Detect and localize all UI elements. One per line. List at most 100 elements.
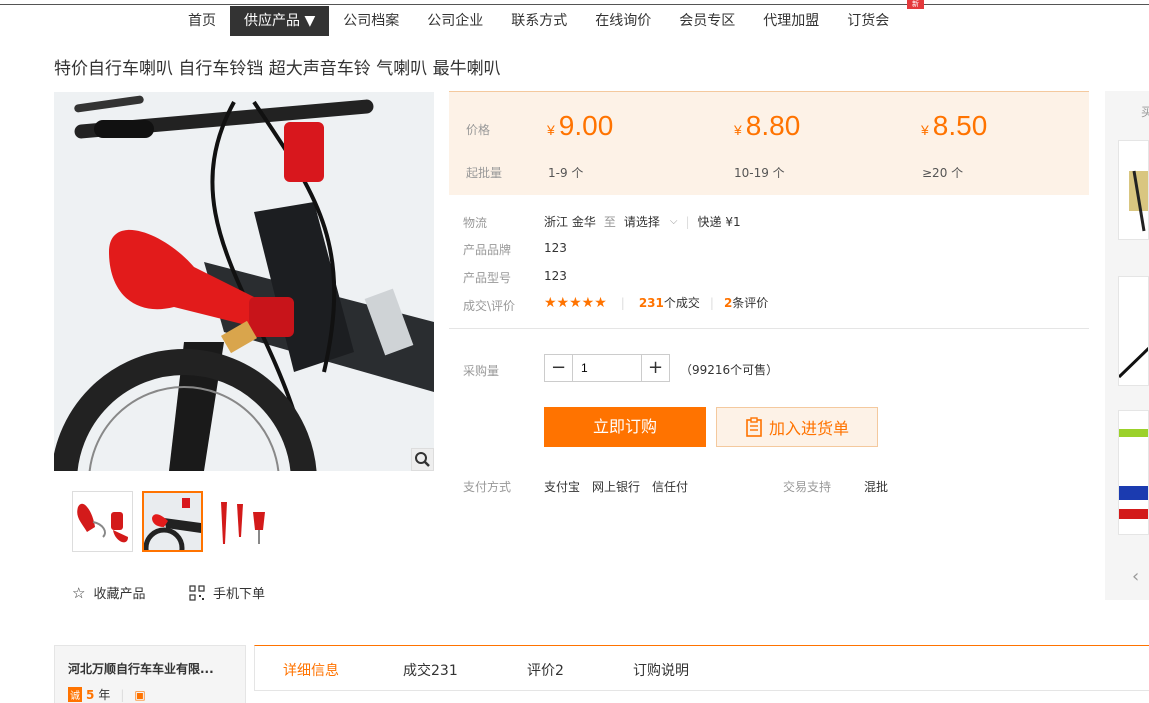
price-tier-3: ¥8.50 bbox=[921, 110, 987, 142]
range-tier-2: 10-19 个 bbox=[734, 166, 785, 180]
tab-order-notes[interactable]: 订购说明 bbox=[633, 660, 689, 680]
nav-inquiry[interactable]: 在线询价 bbox=[581, 6, 665, 36]
magnifier-icon bbox=[415, 452, 430, 467]
mobile-order-action[interactable]: 手机下单 bbox=[189, 583, 265, 602]
origin-city: 浙江 金华 bbox=[544, 215, 596, 229]
nav-company-profile[interactable]: 公司档案 bbox=[329, 6, 413, 36]
price-value: 9.00 bbox=[558, 110, 614, 141]
currency-symbol: ¥ bbox=[921, 122, 929, 138]
add-to-cart-button[interactable]: 加入进货单 bbox=[716, 407, 878, 447]
range-tier-1: 1-9 个 bbox=[548, 166, 584, 180]
related-title: 买 bbox=[1141, 105, 1149, 119]
certificate-icon: ▣ bbox=[134, 687, 146, 702]
clipboard-icon bbox=[746, 417, 762, 437]
tab-details[interactable]: 详细信息 bbox=[283, 660, 339, 680]
company-name[interactable]: 河北万顺自行车车业有限... bbox=[68, 660, 214, 677]
model-value: 123 bbox=[544, 269, 567, 283]
favorite-label: 收藏产品 bbox=[93, 587, 146, 602]
thumbnail-1[interactable] bbox=[72, 491, 133, 552]
zoom-button[interactable] bbox=[411, 448, 434, 471]
price-label: 价格 bbox=[466, 123, 491, 137]
bicycle-horn-photo bbox=[54, 92, 434, 471]
brand-value: 123 bbox=[544, 241, 567, 255]
nav-company[interactable]: 公司企业 bbox=[413, 6, 497, 36]
rating-row: ★★★★★ | 231 个成交 | 2 条评价 bbox=[544, 294, 768, 311]
qty-input[interactable] bbox=[572, 355, 642, 381]
moq-label: 起批量 bbox=[466, 166, 503, 180]
currency-symbol: ¥ bbox=[734, 122, 742, 138]
reviews-count[interactable]: 2 bbox=[724, 296, 732, 310]
price-box: 价格 起批量 ¥9.00 ¥8.80 ¥8.50 1-9 个 10-19 个 ≥… bbox=[449, 91, 1089, 195]
model-label: 产品型号 bbox=[463, 271, 512, 285]
main-nav: 首页 供应产品 ▼ 公司档案 公司企业 联系方式 在线询价 会员专区 代理加盟 … bbox=[174, 6, 903, 36]
nav-contact[interactable]: 联系方式 bbox=[497, 6, 581, 36]
qty-plus-button[interactable]: + bbox=[642, 355, 669, 381]
tab-deals[interactable]: 成交231 bbox=[403, 660, 458, 680]
deals-count[interactable]: 231 bbox=[639, 296, 664, 310]
nav-agency[interactable]: 代理加盟 bbox=[749, 6, 833, 36]
favorite-action[interactable]: ☆ 收藏产品 bbox=[72, 583, 146, 603]
divider bbox=[449, 328, 1089, 329]
separator: | bbox=[709, 295, 714, 310]
support-label: 交易支持 bbox=[783, 480, 832, 494]
qty-label: 采购量 bbox=[463, 364, 500, 378]
range-tier-3: ≥20 个 bbox=[922, 166, 964, 180]
years-unit: 年 bbox=[98, 688, 111, 702]
to-text: 至 bbox=[603, 215, 616, 229]
destination-select[interactable]: 请选择 ⌵ bbox=[624, 213, 678, 230]
separator: | bbox=[120, 687, 125, 702]
trust-badge-icon: 诚 bbox=[68, 687, 82, 702]
payment-label: 支付方式 bbox=[463, 480, 512, 494]
chevron-down-icon: ⌵ bbox=[669, 216, 678, 227]
thumbnail-2[interactable] bbox=[142, 491, 203, 552]
price-tier-1: ¥9.00 bbox=[547, 110, 613, 142]
price-tier-2: ¥8.80 bbox=[734, 110, 800, 142]
payment-methods: 支付宝 网上银行 信任付 bbox=[544, 480, 689, 494]
destination-select-label: 请选择 bbox=[623, 215, 660, 229]
years-value: 5 bbox=[86, 687, 95, 702]
detail-tabs: 详细信息 成交231 评价2 订购说明 bbox=[254, 645, 1149, 691]
thumbnail-3[interactable] bbox=[212, 491, 273, 552]
price-value: 8.50 bbox=[932, 110, 988, 141]
logistics-row: 浙江 金华 至 请选择 ⌵ | 快递 ¥1 bbox=[544, 213, 741, 230]
mobile-order-label: 手机下单 bbox=[213, 587, 266, 602]
nav-products[interactable]: 供应产品 ▼ bbox=[230, 6, 330, 36]
horn-thumb-image bbox=[77, 503, 128, 543]
tab-reviews[interactable]: 评价2 bbox=[527, 660, 564, 680]
nav-members[interactable]: 会员专区 bbox=[665, 6, 749, 36]
related-image-2 bbox=[1119, 346, 1148, 379]
related-product-3[interactable] bbox=[1118, 410, 1149, 535]
qr-code-icon bbox=[189, 584, 205, 601]
related-image-1 bbox=[1129, 170, 1148, 232]
related-product-1[interactable] bbox=[1118, 140, 1149, 240]
nav-order-fair[interactable]: 订货会 bbox=[833, 6, 903, 36]
horn-parts-thumb-image bbox=[221, 502, 265, 544]
deals-text: 个成交 bbox=[663, 296, 700, 310]
chevron-left-icon[interactable]: ‹ bbox=[1132, 566, 1139, 587]
review-label: 成交\评价 bbox=[463, 299, 516, 313]
quantity-stepper: − + bbox=[544, 354, 670, 382]
top-border bbox=[0, 4, 1149, 5]
brand-label: 产品品牌 bbox=[463, 243, 512, 257]
price-value: 8.80 bbox=[745, 110, 801, 141]
company-card: 河北万顺自行车车业有限... 诚 5 年 | ▣ bbox=[54, 645, 246, 703]
currency-symbol: ¥ bbox=[547, 122, 555, 138]
logistics-label: 物流 bbox=[463, 216, 488, 230]
rating-stars: ★★★★★ bbox=[544, 294, 607, 311]
add-cart-label: 加入进货单 bbox=[768, 419, 849, 438]
bicycle-thumb-image bbox=[144, 493, 201, 550]
support-value: 混批 bbox=[864, 480, 889, 494]
related-product-2[interactable] bbox=[1118, 276, 1149, 386]
membership-years: 诚 5 年 | ▣ bbox=[68, 686, 146, 703]
express-fee: 快递 ¥1 bbox=[697, 215, 741, 229]
stock-text: （99216个可售） bbox=[680, 363, 779, 377]
new-badge: 新 bbox=[907, 0, 924, 9]
reviews-text: 条评价 bbox=[732, 296, 769, 310]
buy-now-button[interactable]: 立即订购 bbox=[544, 407, 706, 447]
nav-home[interactable]: 首页 bbox=[174, 6, 230, 36]
separator: | bbox=[685, 214, 690, 229]
main-product-image[interactable] bbox=[54, 92, 434, 471]
product-title: 特价自行车喇叭 自行车铃铛 超大声音车铃 气喇叭 最牛喇叭 bbox=[54, 59, 501, 79]
related-image-3 bbox=[1119, 429, 1148, 519]
qty-minus-button[interactable]: − bbox=[545, 355, 572, 381]
